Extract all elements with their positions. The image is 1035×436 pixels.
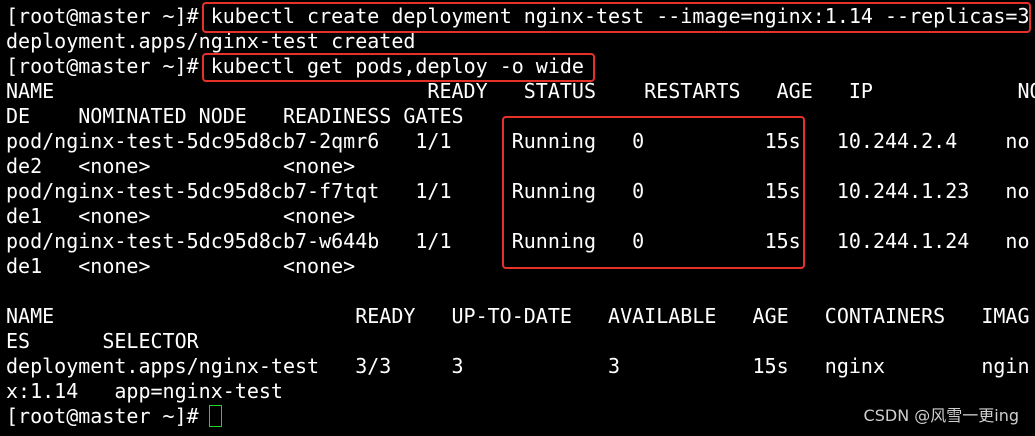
pods-header-line-1: NAME READY STATUS RESTARTS AGE IP NO xyxy=(6,79,1035,103)
pod-row-1-line-2: de2 <none> <none> xyxy=(6,154,356,178)
terminal-cursor[interactable] xyxy=(209,405,222,427)
shell-prompt: [root@master ~]# xyxy=(6,4,211,28)
deploy-row-line-2: x:1.14 app=nginx-test xyxy=(6,379,283,403)
highlight-box-create-command xyxy=(202,2,1031,33)
highlight-box-pod-status xyxy=(502,116,805,269)
pod-row-3-line-2: de1 <none> <none> xyxy=(6,254,356,278)
pod-row-2-line-2: de1 <none> <none> xyxy=(6,204,356,228)
final-prompt-line: [root@master ~]# xyxy=(6,404,211,429)
deploy-row-line-1: deployment.apps/nginx-test 3/3 3 3 15s n… xyxy=(6,354,1030,378)
deploy-header-line-2: ES SELECTOR xyxy=(6,329,199,353)
terminal-window[interactable]: [root@master ~]# kubectl create deployme… xyxy=(0,0,1035,436)
pods-header-line-2: DE NOMINATED NODE READINESS GATES xyxy=(6,104,464,128)
csdn-watermark: CSDN @风雪一更ing xyxy=(863,406,1019,425)
highlight-box-get-command xyxy=(202,53,595,82)
shell-prompt: [root@master ~]# xyxy=(6,54,211,78)
shell-prompt: [root@master ~]# xyxy=(6,404,211,428)
deploy-header-line-1: NAME READY UP-TO-DATE AVAILABLE AGE CONT… xyxy=(6,304,1030,328)
